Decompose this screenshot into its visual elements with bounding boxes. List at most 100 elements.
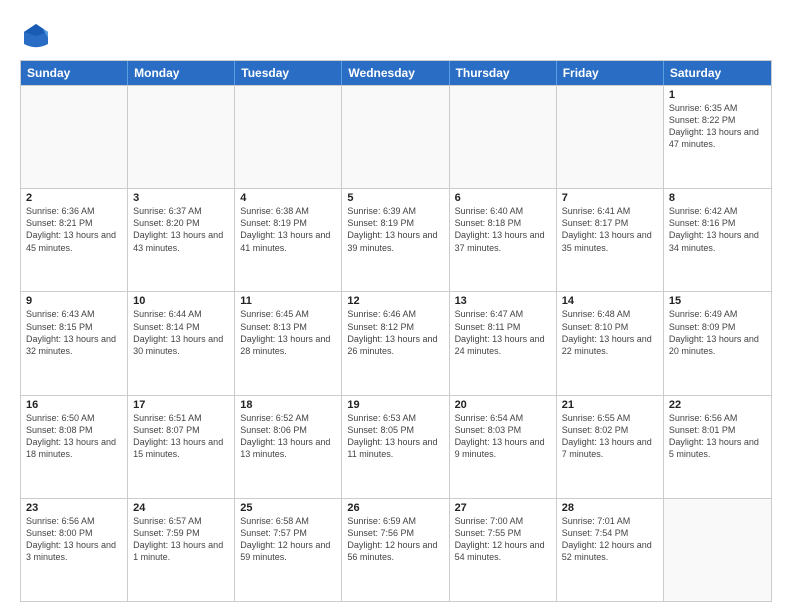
empty-cell [128,86,235,188]
day-cell-9: 9Sunrise: 6:43 AMSunset: 8:15 PMDaylight… [21,292,128,394]
day-cell-14: 14Sunrise: 6:48 AMSunset: 8:10 PMDayligh… [557,292,664,394]
day-cell-19: 19Sunrise: 6:53 AMSunset: 8:05 PMDayligh… [342,396,449,498]
day-cell-8: 8Sunrise: 6:42 AMSunset: 8:16 PMDaylight… [664,189,771,291]
day-cell-18: 18Sunrise: 6:52 AMSunset: 8:06 PMDayligh… [235,396,342,498]
day-number: 28 [562,502,658,514]
day-number: 21 [562,399,658,411]
week-row-2: 9Sunrise: 6:43 AMSunset: 8:15 PMDaylight… [21,291,771,394]
day-number: 6 [455,192,551,204]
day-cell-13: 13Sunrise: 6:47 AMSunset: 8:11 PMDayligh… [450,292,557,394]
day-number: 27 [455,502,551,514]
day-number: 20 [455,399,551,411]
header [20,16,772,52]
day-info: Sunrise: 6:44 AMSunset: 8:14 PMDaylight:… [133,308,229,357]
day-number: 10 [133,295,229,307]
day-cell-28: 28Sunrise: 7:01 AMSunset: 7:54 PMDayligh… [557,499,664,601]
day-number: 23 [26,502,122,514]
header-day-tuesday: Tuesday [235,61,342,85]
day-info: Sunrise: 6:41 AMSunset: 8:17 PMDaylight:… [562,205,658,254]
day-number: 25 [240,502,336,514]
day-info: Sunrise: 6:49 AMSunset: 8:09 PMDaylight:… [669,308,766,357]
day-info: Sunrise: 6:59 AMSunset: 7:56 PMDaylight:… [347,515,443,564]
empty-cell [664,499,771,601]
header-day-saturday: Saturday [664,61,771,85]
day-number: 7 [562,192,658,204]
day-info: Sunrise: 6:37 AMSunset: 8:20 PMDaylight:… [133,205,229,254]
day-cell-26: 26Sunrise: 6:59 AMSunset: 7:56 PMDayligh… [342,499,449,601]
day-cell-24: 24Sunrise: 6:57 AMSunset: 7:59 PMDayligh… [128,499,235,601]
day-info: Sunrise: 6:35 AMSunset: 8:22 PMDaylight:… [669,102,766,151]
day-number: 12 [347,295,443,307]
day-info: Sunrise: 6:56 AMSunset: 8:00 PMDaylight:… [26,515,122,564]
empty-cell [557,86,664,188]
day-cell-12: 12Sunrise: 6:46 AMSunset: 8:12 PMDayligh… [342,292,449,394]
logo [20,20,56,52]
header-day-thursday: Thursday [450,61,557,85]
day-cell-11: 11Sunrise: 6:45 AMSunset: 8:13 PMDayligh… [235,292,342,394]
day-info: Sunrise: 6:50 AMSunset: 8:08 PMDaylight:… [26,412,122,461]
day-info: Sunrise: 6:40 AMSunset: 8:18 PMDaylight:… [455,205,551,254]
day-info: Sunrise: 6:58 AMSunset: 7:57 PMDaylight:… [240,515,336,564]
empty-cell [21,86,128,188]
day-number: 2 [26,192,122,204]
day-info: Sunrise: 6:45 AMSunset: 8:13 PMDaylight:… [240,308,336,357]
day-number: 14 [562,295,658,307]
week-row-1: 2Sunrise: 6:36 AMSunset: 8:21 PMDaylight… [21,188,771,291]
day-info: Sunrise: 6:55 AMSunset: 8:02 PMDaylight:… [562,412,658,461]
day-number: 22 [669,399,766,411]
day-number: 17 [133,399,229,411]
day-number: 8 [669,192,766,204]
day-number: 4 [240,192,336,204]
day-number: 11 [240,295,336,307]
day-info: Sunrise: 6:53 AMSunset: 8:05 PMDaylight:… [347,412,443,461]
calendar: SundayMondayTuesdayWednesdayThursdayFrid… [20,60,772,602]
day-info: Sunrise: 7:00 AMSunset: 7:55 PMDaylight:… [455,515,551,564]
day-cell-25: 25Sunrise: 6:58 AMSunset: 7:57 PMDayligh… [235,499,342,601]
empty-cell [235,86,342,188]
empty-cell [342,86,449,188]
day-info: Sunrise: 6:51 AMSunset: 8:07 PMDaylight:… [133,412,229,461]
header-day-monday: Monday [128,61,235,85]
header-day-sunday: Sunday [21,61,128,85]
day-number: 24 [133,502,229,514]
day-cell-3: 3Sunrise: 6:37 AMSunset: 8:20 PMDaylight… [128,189,235,291]
day-info: Sunrise: 6:42 AMSunset: 8:16 PMDaylight:… [669,205,766,254]
day-cell-2: 2Sunrise: 6:36 AMSunset: 8:21 PMDaylight… [21,189,128,291]
day-info: Sunrise: 6:38 AMSunset: 8:19 PMDaylight:… [240,205,336,254]
day-number: 26 [347,502,443,514]
day-info: Sunrise: 6:57 AMSunset: 7:59 PMDaylight:… [133,515,229,564]
day-info: Sunrise: 6:54 AMSunset: 8:03 PMDaylight:… [455,412,551,461]
day-number: 9 [26,295,122,307]
day-info: Sunrise: 6:43 AMSunset: 8:15 PMDaylight:… [26,308,122,357]
day-info: Sunrise: 6:47 AMSunset: 8:11 PMDaylight:… [455,308,551,357]
calendar-header: SundayMondayTuesdayWednesdayThursdayFrid… [21,61,771,85]
day-number: 19 [347,399,443,411]
day-cell-15: 15Sunrise: 6:49 AMSunset: 8:09 PMDayligh… [664,292,771,394]
week-row-3: 16Sunrise: 6:50 AMSunset: 8:08 PMDayligh… [21,395,771,498]
day-cell-27: 27Sunrise: 7:00 AMSunset: 7:55 PMDayligh… [450,499,557,601]
day-number: 3 [133,192,229,204]
day-cell-16: 16Sunrise: 6:50 AMSunset: 8:08 PMDayligh… [21,396,128,498]
page: SundayMondayTuesdayWednesdayThursdayFrid… [0,0,792,612]
week-row-4: 23Sunrise: 6:56 AMSunset: 8:00 PMDayligh… [21,498,771,601]
logo-icon [20,20,52,52]
day-number: 18 [240,399,336,411]
day-cell-23: 23Sunrise: 6:56 AMSunset: 8:00 PMDayligh… [21,499,128,601]
day-number: 13 [455,295,551,307]
header-day-wednesday: Wednesday [342,61,449,85]
day-cell-1: 1Sunrise: 6:35 AMSunset: 8:22 PMDaylight… [664,86,771,188]
day-info: Sunrise: 6:56 AMSunset: 8:01 PMDaylight:… [669,412,766,461]
day-cell-21: 21Sunrise: 6:55 AMSunset: 8:02 PMDayligh… [557,396,664,498]
header-day-friday: Friday [557,61,664,85]
day-info: Sunrise: 6:36 AMSunset: 8:21 PMDaylight:… [26,205,122,254]
day-cell-4: 4Sunrise: 6:38 AMSunset: 8:19 PMDaylight… [235,189,342,291]
day-cell-22: 22Sunrise: 6:56 AMSunset: 8:01 PMDayligh… [664,396,771,498]
day-info: Sunrise: 6:46 AMSunset: 8:12 PMDaylight:… [347,308,443,357]
day-info: Sunrise: 6:48 AMSunset: 8:10 PMDaylight:… [562,308,658,357]
day-cell-20: 20Sunrise: 6:54 AMSunset: 8:03 PMDayligh… [450,396,557,498]
day-info: Sunrise: 6:39 AMSunset: 8:19 PMDaylight:… [347,205,443,254]
day-number: 5 [347,192,443,204]
day-cell-7: 7Sunrise: 6:41 AMSunset: 8:17 PMDaylight… [557,189,664,291]
day-number: 1 [669,89,766,101]
week-row-0: 1Sunrise: 6:35 AMSunset: 8:22 PMDaylight… [21,85,771,188]
